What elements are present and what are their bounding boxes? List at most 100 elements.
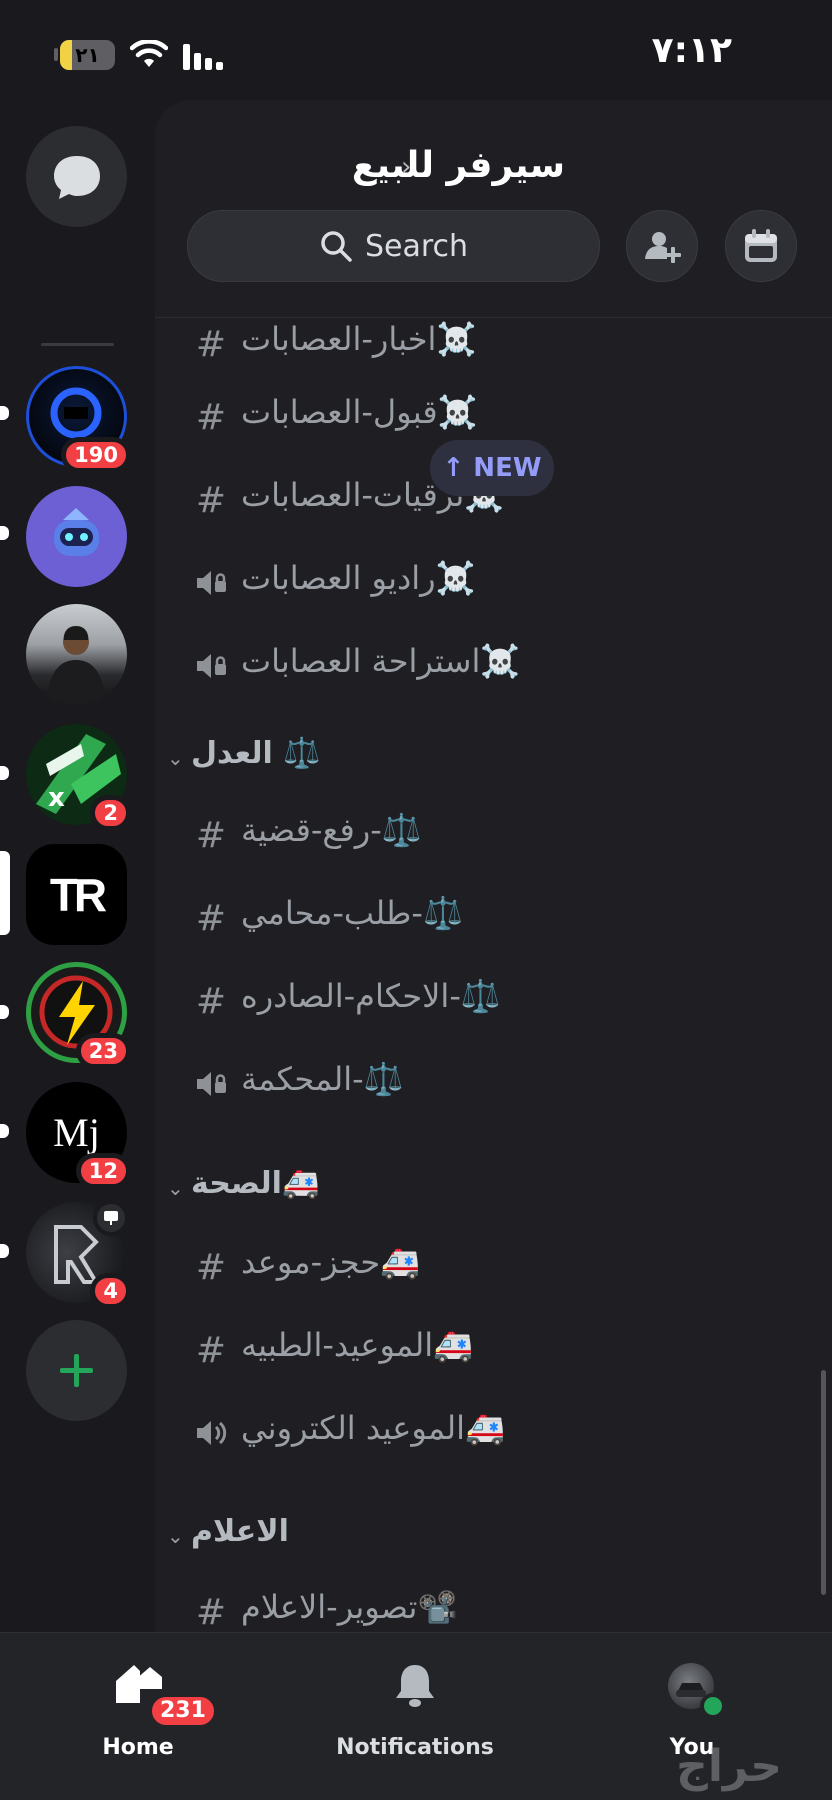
- server-icon-6[interactable]: 23: [26, 962, 131, 1069]
- server-icon-2[interactable]: [26, 486, 127, 587]
- online-status-dot: [700, 1693, 726, 1719]
- category-name: العدل ⚖️: [191, 736, 321, 771]
- channel-name: حجز-موعد🚑: [241, 1243, 421, 1281]
- tab-home[interactable]: 231 Home: [38, 1651, 238, 1771]
- category-name: الصحة🚑: [191, 1166, 320, 1201]
- home-badge: 231: [148, 1693, 218, 1729]
- search-bar[interactable]: Search: [187, 210, 600, 282]
- text-channel-icon: #: [195, 980, 227, 1022]
- status-time: ٧:١٢: [651, 30, 732, 71]
- locked-voice-channel-icon: [191, 646, 231, 686]
- channel-item[interactable]: # حجز-موعد🚑: [155, 1233, 832, 1303]
- screen-share-icon: [104, 1211, 118, 1225]
- locked-text-channel-icon: #: [195, 396, 227, 438]
- unread-indicator: [0, 1124, 9, 1138]
- category-name: الاعلام: [191, 1514, 289, 1549]
- calendar-icon: [745, 229, 777, 262]
- add-server-button[interactable]: [26, 1320, 127, 1421]
- category-header[interactable]: ⌄ الاعلام: [155, 1506, 832, 1566]
- chevron-down-icon: ⌄: [167, 1176, 184, 1200]
- invite-members-button[interactable]: [626, 210, 698, 282]
- server-rail: 190 x 2 TR 23 Mj 12 4: [0, 100, 155, 1630]
- selected-indicator: [0, 851, 10, 935]
- server-name[interactable]: سيرفر للبيع: [352, 145, 565, 186]
- status-bar: ٢١ ٧:١٢: [0, 0, 832, 100]
- category-header[interactable]: ⌄ الصحة🚑: [155, 1158, 832, 1218]
- voice-channel-icon: [191, 1413, 231, 1453]
- server-header: سيرفر للبيع › Search: [155, 100, 832, 318]
- plus-icon: [60, 1354, 93, 1387]
- activity-badge: [93, 1200, 129, 1236]
- battery-level: ٢١: [75, 43, 100, 67]
- unread-indicator: [0, 526, 9, 540]
- unread-indicator: [0, 1005, 9, 1019]
- server-icon-1[interactable]: 190: [26, 366, 131, 473]
- channel-name: استراحة العصابات☠️: [241, 642, 521, 680]
- events-button[interactable]: [725, 210, 797, 282]
- channel-item[interactable]: # اخبار-العصابات☠️: [155, 310, 832, 380]
- channel-name: قبول-العصابات☠️: [241, 393, 478, 431]
- chevron-right-icon[interactable]: ›: [401, 152, 411, 182]
- search-placeholder: Search: [364, 228, 469, 264]
- channel-item[interactable]: استراحة العصابات☠️: [155, 632, 832, 702]
- bottom-navigation: 231 Home Notifications You حراج: [0, 1632, 832, 1800]
- svg-text:x: x: [48, 783, 65, 813]
- battery-icon: ٢١: [60, 40, 115, 70]
- mention-badge: 4: [90, 1273, 131, 1309]
- direct-messages-button[interactable]: [26, 126, 127, 227]
- server-icon-4[interactable]: x 2: [26, 724, 131, 831]
- new-messages-pill[interactable]: ↑ NEW: [430, 440, 554, 496]
- discord-screen: ٢١ ٧:١٢ 190 x 2 TR 23 Mj 12 4 سيرفر للبي…: [0, 0, 832, 1800]
- channel-name: تصوير-الاعلام📽️: [241, 1588, 458, 1626]
- locked-text-channel-icon: #: [195, 479, 227, 521]
- channel-item[interactable]: # الموعيد-الطبيه🚑: [155, 1316, 832, 1386]
- unread-indicator: [0, 406, 9, 420]
- watermark-text: حراج: [676, 1741, 782, 1792]
- channel-name: اخبار-العصابات☠️: [241, 320, 477, 358]
- scrollbar[interactable]: [821, 1370, 826, 1595]
- chat-bubble-icon: [54, 156, 100, 199]
- bell-icon: [396, 1665, 434, 1707]
- locked-voice-channel-icon: [191, 1064, 231, 1104]
- channel-item[interactable]: الموعيد الكتروني🚑: [155, 1399, 832, 1469]
- text-channel-icon: #: [195, 1246, 227, 1288]
- channel-name: رفع-قضية-⚖️: [241, 811, 422, 849]
- channel-item[interactable]: # رفع-قضية-⚖️: [155, 801, 832, 871]
- channel-item[interactable]: # تصوير-الاعلام📽️: [155, 1578, 832, 1632]
- channel-item[interactable]: راديو العصابات☠️: [155, 549, 832, 619]
- cellular-signal-icon: [183, 44, 223, 70]
- text-channel-icon: #: [195, 814, 227, 856]
- profile-photo-icon: [46, 626, 106, 705]
- add-user-icon: [645, 232, 681, 263]
- server-icon-7[interactable]: Mj 12: [26, 1082, 131, 1189]
- channel-name: طلب-محامي-⚖️: [241, 894, 463, 932]
- unread-indicator: [0, 1244, 9, 1258]
- channel-item[interactable]: المحكمة-⚖️: [155, 1050, 832, 1120]
- tab-label: Notifications: [336, 1735, 494, 1760]
- channel-name: الاحكام-الصادره-⚖️: [241, 977, 501, 1015]
- battery-tip: [54, 48, 58, 61]
- mention-badge: 12: [75, 1153, 131, 1189]
- rail-divider: [41, 343, 114, 346]
- channel-name: الموعيد الكتروني🚑: [241, 1409, 505, 1447]
- channel-panel: سيرفر للبيع › Search ↑ NEW # اخبار-العصا…: [155, 100, 832, 1632]
- channel-item[interactable]: # الاحكام-الصادره-⚖️: [155, 967, 832, 1037]
- text-channel-icon: #: [195, 1591, 227, 1633]
- mention-badge: 2: [90, 795, 131, 831]
- wifi-icon: [130, 40, 168, 67]
- tab-notifications[interactable]: Notifications: [315, 1651, 515, 1771]
- robot-mascot-icon: [54, 508, 99, 556]
- server-logo-text: TR: [49, 868, 107, 921]
- tab-label: Home: [102, 1735, 174, 1760]
- server-logo-text: Mj: [53, 1110, 100, 1155]
- category-header[interactable]: ⌄ العدل ⚖️: [155, 728, 832, 788]
- locked-text-channel-icon: #: [195, 323, 227, 365]
- unread-indicator: [0, 766, 9, 780]
- channel-item[interactable]: # طلب-محامي-⚖️: [155, 884, 832, 954]
- server-icon-5-selected[interactable]: TR: [26, 844, 127, 945]
- server-icon-3[interactable]: [26, 604, 127, 705]
- server-icon-8[interactable]: 4: [26, 1200, 131, 1309]
- search-icon: [321, 231, 352, 262]
- text-channel-icon: #: [195, 1329, 227, 1371]
- mention-badge: 23: [75, 1033, 131, 1069]
